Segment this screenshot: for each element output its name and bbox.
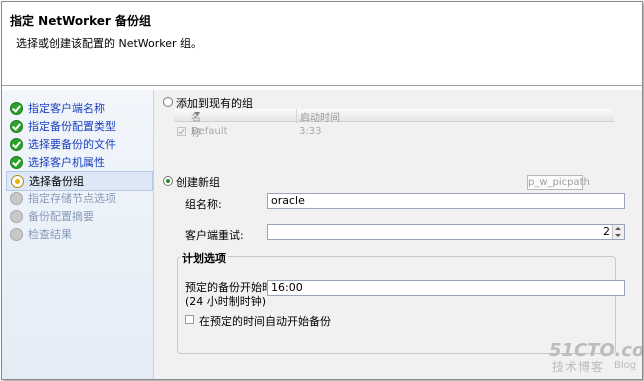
page-subtitle: 选择或创建该配置的 NetWorker 组。 [16, 37, 203, 50]
start-time-input[interactable]: 16:00 [267, 280, 625, 296]
step-label: 指定客户端名称 [28, 102, 105, 115]
check-icon [10, 119, 23, 133]
pending-step-icon [10, 209, 23, 223]
pending-step-icon [10, 227, 23, 241]
check-icon [10, 101, 23, 115]
main-panel: 添加到现有的组 名称 启动时间 Default 3:33 创建新组 p_w_pi… [154, 90, 642, 379]
new-group-radio[interactable] [163, 176, 173, 186]
spin-up-icon[interactable] [615, 227, 621, 230]
step-check-results: 检查结果 [6, 225, 151, 243]
step-summary: 备份配置摘要 [6, 207, 151, 225]
check-icon [10, 137, 23, 151]
start-time-sublabel: (24 小时制时钟) [185, 295, 267, 308]
step-label: 备份配置摘要 [28, 210, 94, 223]
client-retries-value: 2 [603, 225, 610, 238]
step-storage-node: 指定存储节点选项 [6, 189, 151, 207]
step-select-files[interactable]: 选择要备份的文件 [6, 135, 151, 153]
watermark-blog: Blog [614, 360, 637, 371]
step-label: 指定备份配置类型 [28, 120, 116, 133]
current-step-icon [11, 174, 24, 188]
table-row: Default 3:33 [174, 125, 614, 139]
step-label: 选择要备份的文件 [28, 138, 116, 151]
spinner[interactable] [612, 225, 624, 239]
auto-start-checkbox[interactable] [185, 315, 194, 324]
new-group-label[interactable]: 创建新组 [176, 174, 220, 190]
image-tooltip: p_w_picpath [527, 175, 590, 190]
group-name-input[interactable]: oracle [267, 193, 625, 209]
page-title: 指定 NetWorker 备份组 [10, 14, 151, 28]
step-label: 选择客户机属性 [28, 156, 105, 169]
auto-start-label[interactable]: 在预定的时间自动开始备份 [199, 313, 331, 329]
step-label: 选择备份组 [29, 175, 84, 188]
group-name-cell: Default [191, 126, 228, 137]
step-select-group[interactable]: 选择备份组 [6, 171, 153, 191]
check-icon [10, 155, 23, 169]
spin-down-icon[interactable] [615, 234, 621, 237]
column-start-time[interactable]: 启动时间 [296, 109, 340, 124]
client-retries-label: 客户端重试: [185, 229, 244, 242]
existing-groups-table: 名称 启动时间 Default 3:33 [174, 109, 614, 144]
steps-sidebar: 指定客户端名称 指定备份配置类型 选择要备份的文件 选择客户机属性 选择备份组 … [2, 90, 154, 379]
start-time-cell: 3:33 [299, 126, 322, 137]
wizard-window: 指定 NetWorker 备份组 选择或创建该配置的 NetWorker 组。 … [1, 1, 643, 380]
existing-group-radio[interactable] [163, 97, 173, 107]
wizard-header: 指定 NetWorker 备份组 选择或创建该配置的 NetWorker 组。 [2, 2, 642, 86]
row-checkbox [177, 127, 186, 136]
table-header: 名称 启动时间 [174, 109, 614, 139]
watermark-text: 技术博客 [552, 360, 605, 374]
pending-step-icon [10, 191, 23, 205]
step-client-properties[interactable]: 选择客户机属性 [6, 153, 151, 171]
group-name-label: 组名称: [185, 198, 222, 211]
step-label: 指定存储节点选项 [28, 192, 116, 205]
step-backup-type[interactable]: 指定备份配置类型 [6, 117, 151, 135]
step-client-name[interactable]: 指定客户端名称 [6, 99, 151, 117]
step-label: 检查结果 [28, 228, 72, 241]
client-retries-stepper[interactable]: 2 [267, 224, 625, 240]
column-name[interactable]: 名称 [191, 109, 201, 139]
schedule-options-title: 计划选项 [180, 250, 228, 266]
